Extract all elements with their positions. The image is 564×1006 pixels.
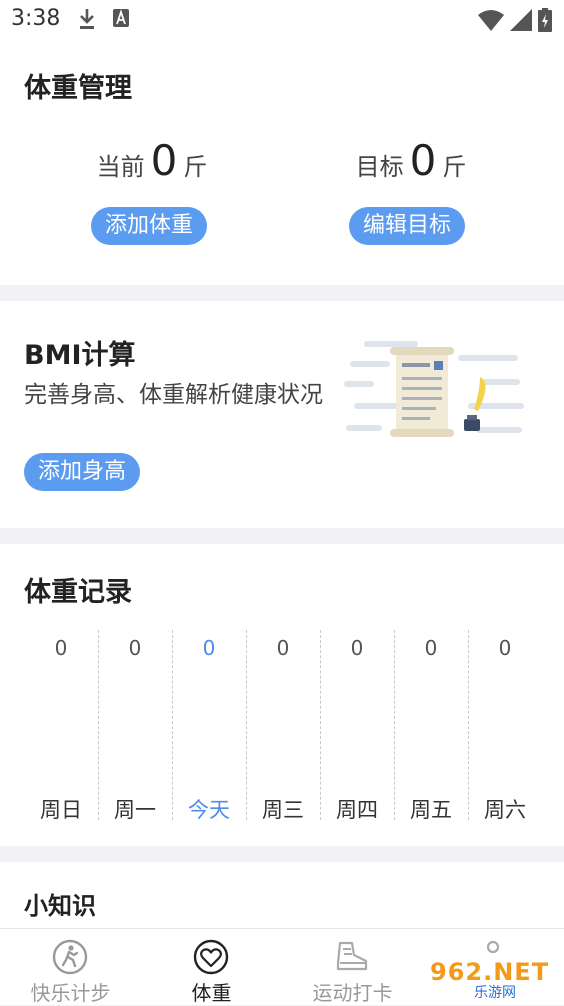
tips-card: 小知识	[0, 862, 564, 928]
bmi-card: BMI计算 完善身高、体重解析健康状况 添加身高	[0, 301, 564, 528]
day-label: 周日	[40, 798, 82, 822]
bmi-title: BMI计算	[24, 340, 136, 371]
battery-icon	[538, 8, 552, 32]
add-weight-button[interactable]: 添加体重	[91, 207, 208, 245]
download-icon	[80, 9, 94, 29]
heart-icon	[193, 939, 229, 975]
day-weight-value: 0	[202, 636, 216, 660]
tab-happy-steps[interactable]: 快乐计步	[0, 929, 141, 1005]
watermark-subtext: 乐游网	[474, 985, 516, 1001]
current-weight-label: 当前	[96, 153, 145, 181]
day-label: 周一	[114, 798, 156, 822]
day-label: 周三	[262, 798, 304, 822]
day-label: 周六	[484, 798, 526, 822]
tab-label: 体重	[191, 981, 232, 1005]
day-weight-value: 0	[424, 636, 438, 660]
target-weight-value: 0	[409, 136, 437, 185]
walking-person-icon	[52, 939, 88, 975]
day-weight-value: 0	[128, 636, 142, 660]
day-column-sunday[interactable]: 0 周日	[24, 630, 98, 830]
day-column-today[interactable]: 0 今天	[172, 630, 246, 830]
tab-label: 快乐计步	[30, 981, 111, 1005]
edit-target-button[interactable]: 编辑目标	[349, 207, 466, 245]
tab-exercise-checkin[interactable]: 运动打卡	[282, 929, 423, 1005]
site-watermark: 962.NET 乐游网	[424, 956, 564, 1001]
weight-record-card: 体重记录 0 周日 0 周一 0 今天 0 周三 0 周四 0 周五 0 周六	[0, 544, 564, 846]
day-weight-value: 0	[498, 636, 512, 660]
cell-signal-icon	[510, 9, 532, 31]
target-weight: 目标 0 斤	[311, 136, 511, 185]
day-column-saturday[interactable]: 0 周六	[468, 630, 542, 830]
status-time: 3:38	[11, 6, 61, 31]
current-weight-unit: 斤	[183, 153, 208, 181]
day-column-friday[interactable]: 0 周五	[394, 630, 468, 830]
current-weight-value: 0	[150, 136, 178, 185]
day-column-monday[interactable]: 0 周一	[98, 630, 172, 830]
tips-title: 小知识	[24, 892, 96, 920]
text-a-icon	[113, 9, 129, 27]
scroll-document-icon	[344, 341, 524, 437]
day-column-thursday[interactable]: 0 周四	[320, 630, 394, 830]
weight-record-title: 体重记录	[24, 577, 132, 608]
day-weight-value: 0	[54, 636, 68, 660]
day-label: 周五	[410, 798, 452, 822]
add-height-button[interactable]: 添加身高	[24, 453, 141, 491]
current-weight: 当前 0 斤	[52, 136, 252, 185]
day-weight-value: 0	[350, 636, 364, 660]
weight-management-title: 体重管理	[24, 73, 132, 104]
status-bar: 3:38	[0, 0, 564, 40]
status-icons	[478, 8, 552, 32]
day-column-wednesday[interactable]: 0 周三	[246, 630, 320, 830]
weekly-weight-chart: 0 周日 0 周一 0 今天 0 周三 0 周四 0 周五 0 周六	[24, 630, 542, 830]
weight-management-card: 体重管理 当前 0 斤 目标 0 斤 添加体重 编辑目标	[0, 40, 564, 285]
day-label: 周四	[336, 798, 378, 822]
tab-weight[interactable]: 体重	[141, 929, 282, 1005]
target-weight-label: 目标	[355, 153, 404, 181]
tab-label: 运动打卡	[312, 981, 393, 1005]
wifi-icon	[478, 10, 504, 31]
target-weight-unit: 斤	[442, 153, 467, 181]
day-label: 今天	[188, 798, 230, 822]
bmi-description: 完善身高、体重解析健康状况	[24, 382, 323, 408]
shoe-icon	[336, 941, 368, 971]
day-weight-value: 0	[276, 636, 290, 660]
